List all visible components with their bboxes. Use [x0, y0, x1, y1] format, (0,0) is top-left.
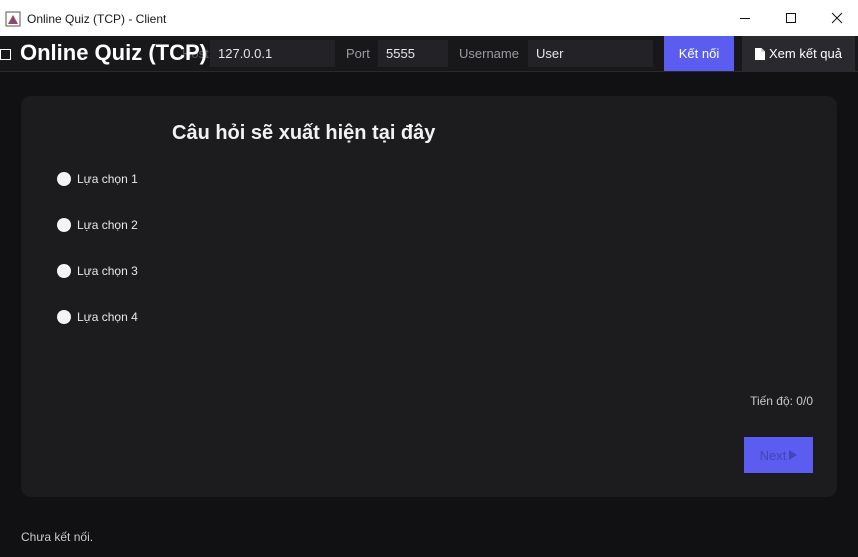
question-text: Câu hỏi sẽ xuất hiện tại đây: [172, 122, 436, 144]
host-input[interactable]: [210, 40, 335, 67]
connection-status: Chưa kết nối.: [21, 530, 94, 544]
connect-button[interactable]: Kết nối: [664, 36, 734, 71]
close-button[interactable]: [814, 0, 858, 36]
close-icon: [831, 12, 843, 24]
port-label: Port: [346, 46, 370, 61]
answer-option-label: Lựa chọn 4: [77, 310, 138, 324]
port-input[interactable]: [378, 40, 448, 67]
connection-toolbar: Host Online Quiz (TCP) Port Username Kết…: [0, 36, 858, 72]
window-titlebar: Online Quiz (TCP) - Client: [0, 0, 858, 37]
radio-button[interactable]: [57, 218, 71, 232]
radio-button[interactable]: [57, 172, 71, 186]
question-card: Câu hỏi sẽ xuất hiện tại đây Lựa chọn 1 …: [21, 96, 837, 497]
checkbox-icon: [0, 49, 11, 60]
next-button[interactable]: Next: [744, 437, 813, 473]
maximize-button[interactable]: [768, 0, 814, 36]
maximize-icon: [786, 13, 796, 23]
connect-button-label: Kết nối: [678, 46, 720, 61]
minimize-icon: [740, 18, 750, 19]
answer-option-3[interactable]: Lựa chọn 3: [57, 262, 138, 280]
document-icon: [755, 47, 765, 60]
username-input[interactable]: [528, 40, 653, 67]
answer-option-label: Lựa chọn 3: [77, 264, 138, 278]
next-button-label: Next: [759, 447, 787, 463]
answer-option-1[interactable]: Lựa chọn 1: [57, 170, 138, 188]
username-label: Username: [459, 46, 519, 61]
view-results-button[interactable]: Xem kết quả: [742, 36, 855, 71]
answer-option-4[interactable]: Lựa chọn 4: [57, 308, 138, 326]
answer-option-2[interactable]: Lựa chọn 2: [57, 216, 138, 234]
radio-button[interactable]: [57, 264, 71, 278]
radio-button[interactable]: [57, 310, 71, 324]
minimize-button[interactable]: [722, 0, 768, 36]
java-app-icon: [5, 11, 21, 27]
answer-option-label: Lựa chọn 2: [77, 218, 138, 232]
play-arrow-icon: [789, 450, 798, 460]
window-title: Online Quiz (TCP) - Client: [27, 12, 167, 26]
answer-option-label: Lựa chọn 1: [77, 172, 138, 186]
progress-text: Tiến độ: 0/0: [750, 394, 813, 408]
view-results-label: Xem kết quả: [769, 46, 842, 61]
app-heading: Online Quiz (TCP): [20, 40, 207, 65]
